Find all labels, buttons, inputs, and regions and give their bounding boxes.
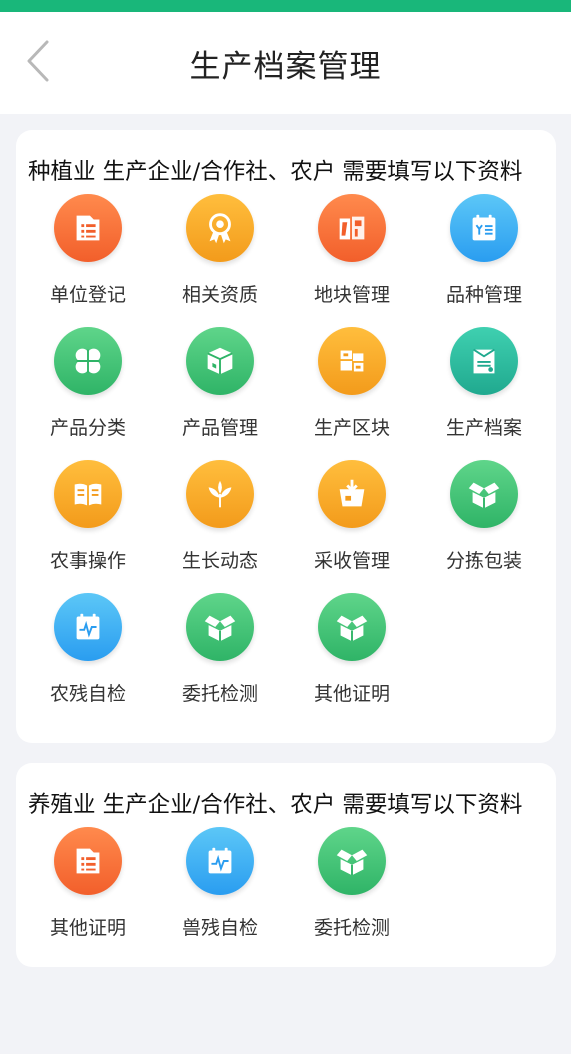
sprout-icon <box>186 460 254 528</box>
item-other-certificates[interactable]: 其他证明 <box>286 593 418 726</box>
item-unit-registration[interactable]: 单位登记 <box>22 194 154 327</box>
page-title: 生产档案管理 <box>189 48 382 85</box>
item-label: 单位登记 <box>49 284 126 306</box>
item-breeding-other-certificates[interactable]: 其他证明 <box>22 827 154 960</box>
item-label: 其他证明 <box>313 683 390 705</box>
award-ribbon-icon <box>186 194 254 262</box>
item-label: 生长动态 <box>181 550 258 572</box>
planting-section-card: 种植业 生产企业/合作社、农户 需要填写以下资料 单位登记 相关资质 地块管理 … <box>16 130 556 743</box>
item-label: 兽残自检 <box>181 917 258 939</box>
item-product-management[interactable]: 产品管理 <box>154 327 286 460</box>
open-box-icon <box>450 460 518 528</box>
item-farming-operation[interactable]: 农事操作 <box>22 460 154 593</box>
item-sorting-packaging[interactable]: 分拣包装 <box>418 460 550 593</box>
breeding-grid: 其他证明 兽残自检 委托检测 <box>16 827 556 960</box>
item-growth-status[interactable]: 生长动态 <box>154 460 286 593</box>
item-harvest-management[interactable]: 采收管理 <box>286 460 418 593</box>
item-label: 地块管理 <box>313 284 390 306</box>
item-veterinary-selfcheck[interactable]: 兽残自检 <box>154 827 286 960</box>
item-label: 其他证明 <box>49 917 126 939</box>
pulse-report-icon <box>186 827 254 895</box>
breeding-section-card: 养殖业 生产企业/合作社、农户 需要填写以下资料 其他证明 兽残自检 委托检测 <box>16 763 556 967</box>
product-box-icon <box>186 327 254 395</box>
item-label: 分拣包装 <box>445 550 522 572</box>
item-label: 采收管理 <box>313 550 390 572</box>
item-production-block[interactable]: 生产区块 <box>286 327 418 460</box>
land-plot-icon <box>318 194 386 262</box>
item-qualifications[interactable]: 相关资质 <box>154 194 286 327</box>
document-list-icon <box>54 827 122 895</box>
item-label: 产品分类 <box>49 417 126 439</box>
item-label: 委托检测 <box>313 917 390 939</box>
blocks-icon <box>318 327 386 395</box>
harvest-basket-icon <box>318 460 386 528</box>
item-label: 农事操作 <box>49 550 126 572</box>
chevron-left-icon <box>25 39 51 87</box>
nav-bar: 生产档案管理 <box>0 12 571 114</box>
item-product-category[interactable]: 产品分类 <box>22 327 154 460</box>
breeding-section-title: 养殖业 生产企业/合作社、农户 需要填写以下资料 <box>28 792 523 818</box>
planting-grid: 单位登记 相关资质 地块管理 品种管理 产品分类 产品管理 生产区块 生产档案 … <box>16 194 556 726</box>
planting-section-title: 种植业 生产企业/合作社、农户 需要填写以下资料 <box>28 159 523 185</box>
item-plot-management[interactable]: 地块管理 <box>286 194 418 327</box>
item-production-archive[interactable]: 生产档案 <box>418 327 550 460</box>
open-box-icon <box>318 593 386 661</box>
four-leaf-icon <box>54 327 122 395</box>
item-label: 农残自检 <box>49 683 126 705</box>
item-entrusted-testing[interactable]: 委托检测 <box>154 593 286 726</box>
variety-clipboard-icon <box>450 194 518 262</box>
item-label: 生产区块 <box>313 417 390 439</box>
document-list-icon <box>54 194 122 262</box>
pulse-report-icon <box>54 593 122 661</box>
item-label: 产品管理 <box>181 417 258 439</box>
back-button[interactable] <box>20 40 56 86</box>
item-label: 委托检测 <box>181 683 258 705</box>
open-box-icon <box>186 593 254 661</box>
item-pesticide-selfcheck[interactable]: 农残自检 <box>22 593 154 726</box>
archive-folder-icon <box>450 327 518 395</box>
item-variety-management[interactable]: 品种管理 <box>418 194 550 327</box>
item-label: 相关资质 <box>181 284 258 306</box>
open-box-icon <box>318 827 386 895</box>
item-label: 生产档案 <box>445 417 522 439</box>
item-breeding-entrusted-testing[interactable]: 委托检测 <box>286 827 418 960</box>
item-label: 品种管理 <box>445 284 522 306</box>
status-strip <box>0 0 571 12</box>
open-book-icon <box>54 460 122 528</box>
